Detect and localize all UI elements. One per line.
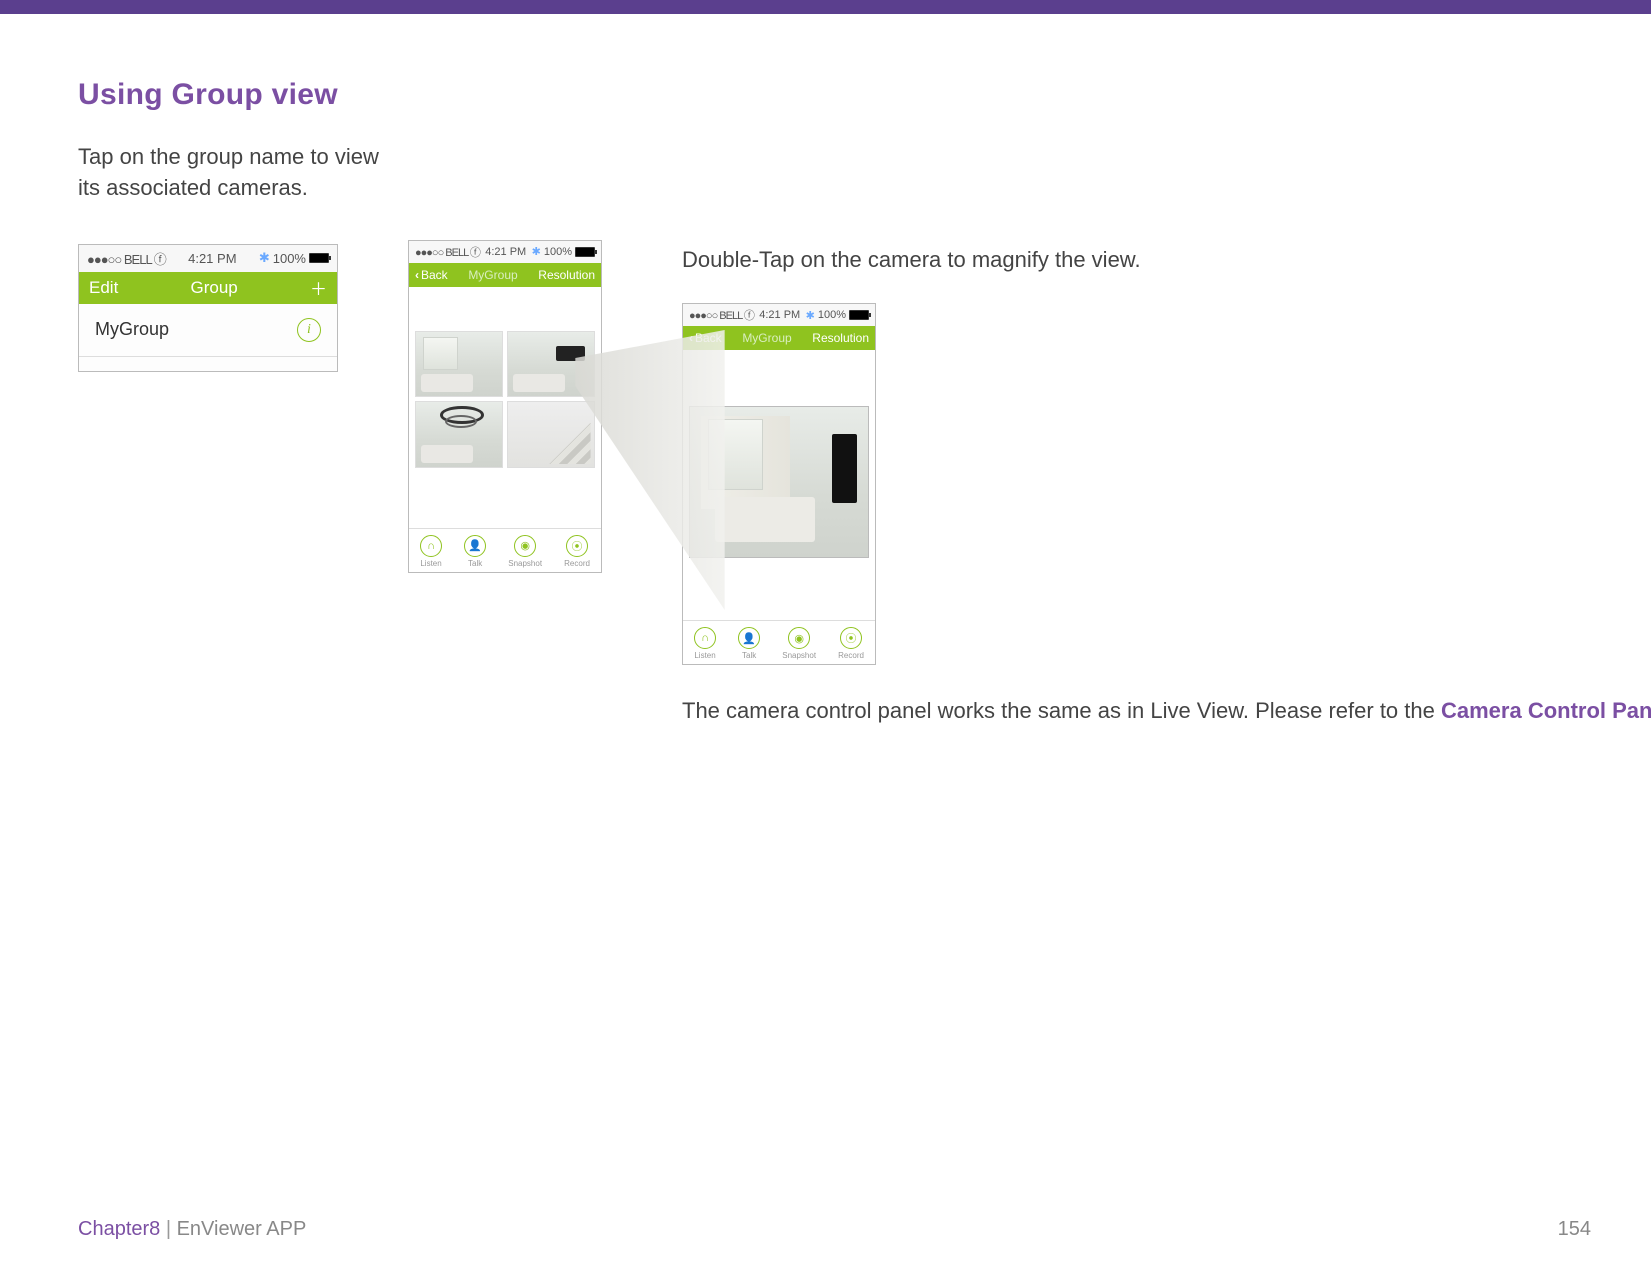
nav-bar: ‹Back MyGroup Resolution bbox=[409, 263, 601, 287]
group-row[interactable]: MyGroup i bbox=[79, 304, 337, 357]
talk-button[interactable]: 👤 Talk bbox=[464, 535, 486, 568]
tool-label: Talk bbox=[742, 651, 756, 660]
record-button[interactable]: ⦿ Record bbox=[564, 535, 590, 568]
nav-title: MyGroup bbox=[448, 268, 539, 282]
status-bar: ●●●○○ BELL ⓕ 4:21 PM ✱ 100% bbox=[409, 241, 601, 263]
battery-indicator: ✱ 100% bbox=[532, 245, 595, 258]
headphones-icon: ∩ bbox=[694, 627, 716, 649]
nav-title: MyGroup bbox=[722, 331, 813, 345]
camera-grid bbox=[415, 331, 595, 468]
tool-label: Record bbox=[564, 559, 590, 568]
camera-icon: ◉ bbox=[788, 627, 810, 649]
phone-magnified: ●●●○○ BELL ⓕ 4:21 PM ✱ 100% ‹Back MyGrou… bbox=[682, 303, 876, 665]
resolution-button[interactable]: Resolution bbox=[812, 331, 869, 345]
camera-tile-large[interactable] bbox=[689, 406, 869, 558]
tool-label: Talk bbox=[468, 559, 482, 568]
group-row-label: MyGroup bbox=[95, 319, 169, 340]
camera-tile[interactable] bbox=[415, 331, 503, 398]
resolution-button[interactable]: Resolution bbox=[538, 268, 595, 282]
camera-icon: ◉ bbox=[514, 535, 536, 557]
back-button[interactable]: ‹Back bbox=[415, 268, 448, 282]
snapshot-button[interactable]: ◉ Snapshot bbox=[508, 535, 542, 568]
clock: 4:21 PM bbox=[759, 309, 800, 321]
tool-label: Listen bbox=[694, 651, 715, 660]
mic-icon: 👤 bbox=[464, 535, 486, 557]
signal-indicator: ●●●○○ BELL ⓕ bbox=[689, 307, 754, 323]
back-button[interactable]: ‹Back bbox=[689, 331, 722, 345]
clock: 4:21 PM bbox=[485, 246, 526, 258]
double-tap-paragraph: Double-Tap on the camera to magnify the … bbox=[682, 244, 1152, 276]
mic-icon: 👤 bbox=[738, 627, 760, 649]
phone-group-grid: ●●●○○ BELL ⓕ 4:21 PM ✱ 100% ‹Back MyGrou… bbox=[408, 240, 602, 573]
footer-separator: | bbox=[160, 1218, 176, 1240]
status-bar: ●●●○○ BELL ⓕ 4:21 PM ✱ 100% bbox=[683, 304, 875, 326]
listen-button[interactable]: ∩ Listen bbox=[420, 535, 442, 568]
nav-bar: ‹Back MyGroup Resolution bbox=[683, 326, 875, 350]
record-icon: ⦿ bbox=[840, 627, 862, 649]
tool-label: Snapshot bbox=[782, 651, 816, 660]
chapter-label: Chapter8 bbox=[78, 1218, 160, 1240]
lead-paragraph: Tap on the group name to view its associ… bbox=[78, 142, 398, 204]
record-button[interactable]: ⦿ Record bbox=[838, 627, 864, 660]
nav-title: Group bbox=[118, 278, 310, 298]
camera-tile[interactable] bbox=[507, 331, 595, 398]
battery-indicator: ✱ 100% bbox=[806, 309, 869, 322]
signal-indicator: ●●●○○ BELL ⓕ bbox=[87, 249, 166, 268]
clock: 4:21 PM bbox=[188, 251, 236, 266]
top-accent-bar bbox=[0, 0, 1651, 14]
battery-indicator: ✱ 100% bbox=[259, 250, 329, 266]
page-title: Using Group view bbox=[78, 78, 1591, 112]
camera-tile[interactable] bbox=[415, 401, 503, 468]
nav-bar: Edit Group ＋ bbox=[79, 272, 337, 304]
camera-control-panel-link[interactable]: Camera Control Panel bbox=[1441, 698, 1651, 723]
camera-tile[interactable] bbox=[507, 401, 595, 468]
edit-button[interactable]: Edit bbox=[89, 278, 118, 298]
battery-icon bbox=[309, 253, 329, 263]
tool-label: Snapshot bbox=[508, 559, 542, 568]
phone-group-list: ●●●○○ BELL ⓕ 4:21 PM ✱ 100% Edit Group ＋… bbox=[78, 244, 338, 372]
headphones-icon: ∩ bbox=[420, 535, 442, 557]
info-icon[interactable]: i bbox=[297, 318, 321, 342]
snapshot-button[interactable]: ◉ Snapshot bbox=[782, 627, 816, 660]
signal-indicator: ●●●○○ BELL ⓕ bbox=[415, 244, 480, 260]
page-footer: Chapter8 | EnViewer APP 154 bbox=[78, 1218, 1591, 1241]
record-icon: ⦿ bbox=[566, 535, 588, 557]
status-bar: ●●●○○ BELL ⓕ 4:21 PM ✱ 100% bbox=[79, 245, 337, 272]
app-name-label: EnViewer APP bbox=[177, 1218, 307, 1240]
tool-label: Record bbox=[838, 651, 864, 660]
camera-control-panel: ∩ Listen 👤 Talk ◉ Snapshot ⦿ Record bbox=[683, 620, 875, 664]
list-spacer bbox=[79, 357, 337, 371]
talk-button[interactable]: 👤 Talk bbox=[738, 627, 760, 660]
camera-control-panel: ∩ Listen 👤 Talk ◉ Snapshot ⦿ Record bbox=[409, 528, 601, 572]
tool-label: Listen bbox=[420, 559, 441, 568]
add-button[interactable]: ＋ bbox=[310, 275, 327, 300]
page-number: 154 bbox=[1558, 1218, 1591, 1241]
battery-icon bbox=[849, 310, 869, 320]
listen-button[interactable]: ∩ Listen bbox=[694, 627, 716, 660]
control-panel-paragraph: The camera control panel works the same … bbox=[682, 695, 1651, 727]
battery-icon bbox=[575, 247, 595, 257]
